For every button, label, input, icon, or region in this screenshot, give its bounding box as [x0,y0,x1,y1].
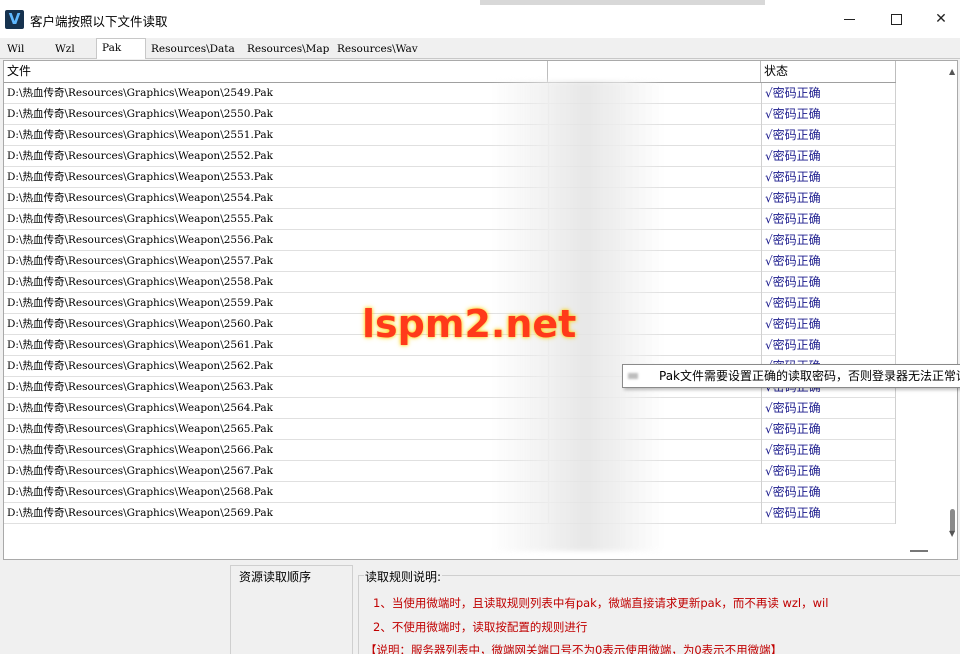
file-path-cell: D:\热血传奇\Resources\Graphics\Weapon\2567.P… [7,465,274,477]
status-cell: √密码正确 [761,482,896,503]
file-path-cell: D:\热血传奇\Resources\Graphics\Weapon\2551.P… [7,129,274,141]
column-header-status[interactable]: 状态 [761,61,896,82]
status-cell: √密码正确 [761,83,896,104]
file-path-cell: D:\热血传奇\Resources\Graphics\Weapon\2563.P… [7,381,274,393]
status-cell: √密码正确 [761,251,896,272]
tab-resources-map[interactable]: Resources\Map [242,41,334,58]
close-icon: ✕ [935,11,947,27]
status-cell: √密码正确 [761,440,896,461]
file-path-cell: D:\热血传奇\Resources\Graphics\Weapon\2562.P… [7,360,274,372]
status-cell: √密码正确 [761,146,896,167]
vertical-scrollbar[interactable] [946,61,957,559]
table-row[interactable]: D:\热血传奇\Resources\Graphics\Weapon\2554.P… [4,188,896,209]
file-path-cell: D:\热血传奇\Resources\Graphics\Weapon\2552.P… [7,150,274,162]
rule-text-1: 1、当使用微端时，且读取规则列表中有pak，微端直接请求更新pak，而不再读 w… [373,596,829,610]
file-path-cell: D:\热血传奇\Resources\Graphics\Weapon\2564.P… [7,402,274,414]
table-row[interactable]: D:\热血传奇\Resources\Graphics\Weapon\2553.P… [4,167,896,188]
file-path-cell: D:\热血传奇\Resources\Graphics\Weapon\2554.P… [7,192,274,204]
table-row[interactable]: D:\热血传奇\Resources\Graphics\Weapon\2564.P… [4,398,896,419]
background-window-strip [480,0,765,5]
rule-text-2: 2、不使用微端时，读取按配置的规则进行 [373,620,588,634]
table-row[interactable]: D:\热血传奇\Resources\Graphics\Weapon\2556.P… [4,230,896,251]
tab-wil[interactable]: Wil [2,41,29,58]
tooltip-icon [628,373,638,379]
table-row[interactable]: D:\热血传奇\Resources\Graphics\Weapon\2565.P… [4,419,896,440]
status-cell: √密码正确 [761,335,896,356]
file-path-cell: D:\热血传奇\Resources\Graphics\Weapon\2549.P… [7,87,274,99]
table-row[interactable]: D:\热血传奇\Resources\Graphics\Weapon\2557.P… [4,251,896,272]
status-cell: √密码正确 [761,272,896,293]
status-cell: √密码正确 [761,104,896,125]
file-path-cell: D:\热血传奇\Resources\Graphics\Weapon\2566.P… [7,444,274,456]
title-bar: V 客户端按照以下文件读取 ✕ [0,0,960,38]
table-row[interactable]: D:\热血传奇\Resources\Graphics\Weapon\2549.P… [4,83,896,104]
rules-label: 读取规则说明: [364,568,443,585]
column-header-password[interactable] [548,61,761,82]
status-cell: √密码正确 [761,167,896,188]
tooltip: Pak文件需要设置正确的读取密码，否则登录器无法正常读取 [622,364,960,388]
file-path-cell: D:\热血传奇\Resources\Graphics\Weapon\2557.P… [7,255,274,267]
table-row[interactable]: D:\热血传奇\Resources\Graphics\Weapon\2550.P… [4,104,896,125]
file-path-cell: D:\热血传奇\Resources\Graphics\Weapon\2555.P… [7,213,274,225]
maximize-icon [890,13,902,25]
resize-grip[interactable] [910,550,928,552]
tab-wzl[interactable]: Wzl [50,41,80,58]
status-cell: √密码正确 [761,398,896,419]
minimize-button[interactable] [826,4,872,34]
tab-pak[interactable]: Pak [96,38,146,59]
status-cell: √密码正确 [761,314,896,335]
status-cell: √密码正确 [761,125,896,146]
file-path-cell: D:\热血传奇\Resources\Graphics\Weapon\2558.P… [7,276,274,288]
rule-text-3: 【说明：服务器列表中，微端网关端口号不为0表示使用微端，为0表示不用微端】 [365,643,783,654]
tab-bar: Wil Wzl Pak Resources\Data Resources\Map… [0,38,960,59]
column-header-file[interactable]: 文件 [4,61,548,82]
scroll-up-icon[interactable]: ▲ [949,67,955,76]
status-cell: √密码正确 [761,419,896,440]
status-cell: √密码正确 [761,293,896,314]
watermark: lspm2.net [362,302,577,346]
status-cell: √密码正确 [761,209,896,230]
table-row[interactable]: D:\热血传奇\Resources\Graphics\Weapon\2555.P… [4,209,896,230]
table-row[interactable]: D:\热血传奇\Resources\Graphics\Weapon\2568.P… [4,482,896,503]
file-path-cell: D:\热血传奇\Resources\Graphics\Weapon\2569.P… [7,507,274,519]
status-cell: √密码正确 [761,503,896,524]
status-cell: √密码正确 [761,461,896,482]
close-button[interactable]: ✕ [918,4,960,34]
status-cell: √密码正确 [761,230,896,251]
table-row[interactable]: D:\热血传奇\Resources\Graphics\Weapon\2569.P… [4,503,896,524]
file-path-cell: D:\热血传奇\Resources\Graphics\Weapon\2550.P… [7,108,274,120]
table-row[interactable]: D:\热血传奇\Resources\Graphics\Weapon\2566.P… [4,440,896,461]
file-path-cell: D:\热血传奇\Resources\Graphics\Weapon\2568.P… [7,486,274,498]
file-path-cell: D:\热血传奇\Resources\Graphics\Weapon\2556.P… [7,234,274,246]
table-row[interactable]: D:\热血传奇\Resources\Graphics\Weapon\2552.P… [4,146,896,167]
app-icon: V [5,10,24,29]
status-cell: √密码正确 [761,188,896,209]
tab-resources-wav[interactable]: Resources\Wav [332,41,423,58]
scroll-down-icon[interactable]: ▼ [949,529,955,538]
table-row[interactable]: D:\热血传奇\Resources\Graphics\Weapon\2558.P… [4,272,896,293]
list-header: 文件 状态 [4,61,896,83]
table-row[interactable]: D:\热血传奇\Resources\Graphics\Weapon\2551.P… [4,125,896,146]
tab-resources-data[interactable]: Resources\Data [146,41,240,58]
file-path-cell: D:\热血传奇\Resources\Graphics\Weapon\2565.P… [7,423,274,435]
maximize-button[interactable] [873,4,919,34]
resource-order-label: 资源读取顺序 [238,568,313,585]
tooltip-text: Pak文件需要设置正确的读取密码，否则登录器无法正常读取 [659,369,960,383]
minimize-icon [843,18,855,20]
window-title: 客户端按照以下文件读取 [30,14,168,29]
table-row[interactable]: D:\热血传奇\Resources\Graphics\Weapon\2567.P… [4,461,896,482]
file-path-cell: D:\热血传奇\Resources\Graphics\Weapon\2553.P… [7,171,274,183]
